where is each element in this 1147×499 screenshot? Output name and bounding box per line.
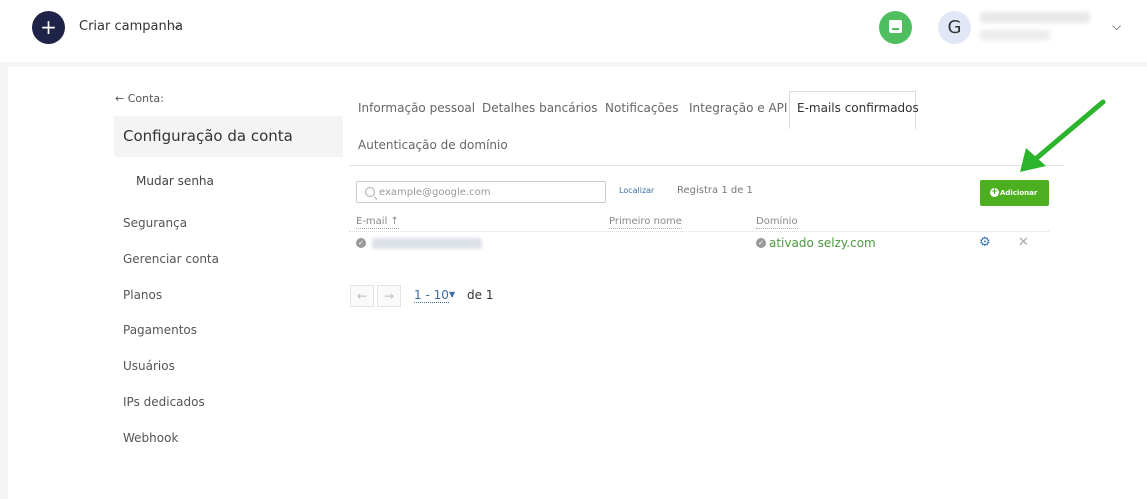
sidebar-item-users[interactable]: Usuários <box>123 359 175 373</box>
sidebar-item-security[interactable]: Segurança <box>123 216 187 230</box>
user-name-redacted <box>980 30 1050 40</box>
domain-check-icon: ✓ <box>756 238 766 248</box>
sidebar-item-dedicated-ips[interactable]: IPs dedicados <box>123 395 205 409</box>
domain-status: ativado selzy.com <box>769 236 876 250</box>
column-header-first-name[interactable]: Primeiro nome <box>609 216 682 229</box>
user-email-redacted <box>980 12 1090 23</box>
plus-circle-icon: + <box>990 187 999 197</box>
find-button[interactable]: Localizar <box>619 186 654 195</box>
arrow-right-icon: → <box>383 289 395 303</box>
check-circle-icon: ✓ <box>356 238 366 248</box>
sidebar-title[interactable]: Configuração da conta <box>123 127 293 145</box>
search-input[interactable] <box>379 184 599 200</box>
create-campaign-button[interactable]: + <box>32 11 65 44</box>
search-icon <box>365 187 375 197</box>
record-count: Registra 1 de 1 <box>677 185 753 196</box>
page-range-select[interactable]: 1 - 10 <box>414 288 449 303</box>
table-header-divider <box>349 231 1049 232</box>
sidebar-item-manage-account[interactable]: Gerenciar conta <box>123 252 219 266</box>
add-button-label: Adicionar <box>1000 189 1038 197</box>
gear-icon[interactable]: ⚙ <box>979 236 991 250</box>
sidebar-item-change-password[interactable]: Mudar senha <box>136 174 214 188</box>
tab-confirmed-emails-label[interactable]: E-mails confirmados <box>797 101 919 115</box>
chevron-down-icon[interactable]: ⌵ <box>172 18 181 33</box>
tab-domain-authentication[interactable]: Autenticação de domínio <box>358 138 508 152</box>
arrow-left-icon: ← <box>356 289 368 303</box>
plus-icon: + <box>40 15 57 39</box>
sidebar-item-webhook[interactable]: Webhook <box>123 431 178 445</box>
annotation-arrow-icon <box>1020 99 1106 172</box>
tab-notifications[interactable]: Notificações <box>605 101 678 115</box>
sidebar-item-payments[interactable]: Pagamentos <box>123 323 197 337</box>
tab-bank-details[interactable]: Detalhes bancários <box>482 101 597 115</box>
search-box[interactable] <box>356 181 606 203</box>
column-header-domain[interactable]: Domínio <box>756 216 798 229</box>
sidebar-item-plans[interactable]: Planos <box>123 288 162 302</box>
user-menu-chevron-icon[interactable]: ⌵ <box>1112 19 1121 34</box>
email-redacted <box>372 238 482 249</box>
add-email-button[interactable]: + Adicionar <box>980 180 1049 206</box>
create-campaign-label[interactable]: Criar campanha <box>79 19 183 34</box>
chat-icon[interactable] <box>879 11 912 44</box>
close-icon[interactable]: ✕ <box>1018 236 1029 250</box>
tab-personal-info[interactable]: Informação pessoal <box>358 101 475 115</box>
avatar[interactable]: G <box>938 11 971 44</box>
back-to-account-link[interactable]: ← Conta: <box>115 92 164 105</box>
page-total: de 1 <box>467 288 494 302</box>
next-page-button[interactable]: → <box>377 285 401 307</box>
caret-down-icon[interactable]: ▼ <box>449 290 455 299</box>
tab-integration-api[interactable]: Integração e API <box>689 101 787 115</box>
column-header-email[interactable]: E-mail ↑ <box>356 216 399 229</box>
prev-page-button[interactable]: ← <box>350 285 374 307</box>
top-header: + Criar campanha ⌵ G ⌵ <box>0 0 1147 62</box>
tabs-divider <box>349 165 1064 166</box>
